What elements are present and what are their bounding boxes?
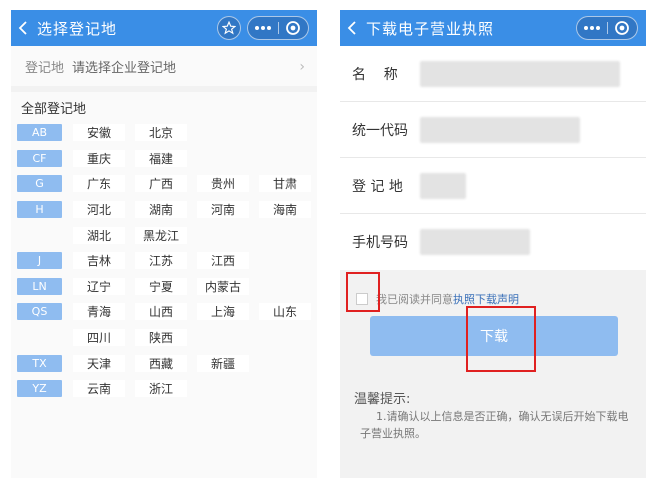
field-label: 统一代码 (352, 122, 408, 139)
province-option[interactable]: 西藏 (135, 354, 187, 372)
province-option[interactable]: 宁夏 (135, 277, 187, 295)
more-button[interactable] (248, 17, 278, 39)
region-row: 四川 陕西 (11, 325, 317, 351)
province-option[interactable]: 安徽 (73, 124, 125, 142)
letter-index: CF (17, 149, 62, 167)
province-option[interactable]: 重庆 (73, 149, 125, 167)
tips-heading: 温馨提示: (354, 392, 411, 407)
province-option[interactable]: 甘肃 (259, 175, 311, 193)
province-option[interactable]: 新疆 (197, 354, 249, 372)
province-option[interactable]: 贵州 (197, 175, 249, 193)
checkbox-highlight-box (346, 272, 380, 312)
more-dots-icon (584, 26, 600, 30)
region-row: LN 辽宁 宁夏 内蒙古 (11, 274, 317, 300)
target-close-icon (286, 21, 301, 35)
letter-index: QS (17, 303, 62, 321)
letter-index: G (17, 175, 62, 193)
field-label: 名 称 (352, 66, 398, 83)
more-dots-icon (255, 26, 271, 30)
province-option[interactable]: 河北 (73, 201, 125, 219)
province-option[interactable]: 福建 (135, 149, 187, 167)
field-label: 手机号码 (352, 235, 408, 251)
region-row: QS 青海 山西 上海 山东 (11, 299, 317, 325)
region-row: CF 重庆 福建 (11, 146, 317, 172)
unified-code-field: 统一代码 (340, 102, 646, 158)
province-option[interactable]: 江苏 (135, 252, 187, 270)
letter-index: TX (17, 354, 62, 372)
page-title: 下载电子营业执照 (366, 19, 495, 38)
region-row: G 广东 广西 贵州 甘肃 (11, 171, 317, 197)
download-license-screen: 下载电子营业执照 名 称 统一代码 登 记 地 手机号码 我已阅读并同意 执照下… (340, 10, 646, 478)
province-option[interactable]: 湖南 (135, 201, 187, 219)
province-option[interactable]: 云南 (73, 380, 125, 398)
license-info-form: 名 称 统一代码 登 记 地 手机号码 (340, 46, 646, 270)
province-option[interactable]: 内蒙古 (197, 277, 249, 295)
province-option[interactable]: 海南 (259, 201, 311, 219)
redacted-value (420, 116, 580, 143)
chevron-left-icon (347, 21, 356, 35)
province-option[interactable]: 天津 (73, 354, 125, 372)
target-close-icon (615, 21, 630, 35)
region-row: J 吉林 江苏 江西 (11, 248, 317, 274)
redacted-value (420, 229, 530, 255)
region-list: AB 安徽 北京 CF 重庆 福建 G 广东 广西 贵州 甘肃 H 河北 湖南 … (11, 118, 317, 478)
province-option[interactable]: 北京 (135, 124, 187, 142)
mini-program-capsule (576, 16, 638, 40)
province-option[interactable]: 浙江 (135, 380, 187, 398)
region-placeholder: 请选择企业登记地 (72, 60, 177, 76)
back-button[interactable] (11, 10, 37, 46)
agree-text: 我已阅读并同意 (376, 293, 453, 306)
chevron-left-icon (18, 21, 27, 35)
letter-index: LN (17, 277, 62, 295)
region-row: YZ 云南 浙江 (11, 376, 317, 402)
province-option[interactable]: 河南 (197, 201, 249, 219)
region-label: 登记地 (25, 60, 65, 76)
page-title: 选择登记地 (37, 19, 118, 38)
agreement-link[interactable]: 执照下载声明 (453, 291, 519, 307)
region-row: AB 安徽 北京 (11, 120, 317, 146)
star-icon (222, 21, 236, 35)
province-option[interactable]: 四川 (73, 329, 125, 347)
region-select-screen: 选择登记地 登记地 请选择企业登记地 › 全部登记地 AB 安徽 北京 CF 重… (11, 10, 317, 478)
province-option[interactable]: 山西 (135, 303, 187, 321)
chevron-right-icon: › (299, 59, 305, 75)
mini-program-capsule (247, 16, 309, 40)
region-row: 湖北 黑龙江 (11, 222, 317, 248)
tips-text: 1.请确认以上信息是否正确，确认无误后开始下载电子营业执照。 (360, 410, 629, 440)
province-option[interactable]: 山东 (259, 303, 311, 321)
region-row: H 河北 湖南 河南 海南 (11, 197, 317, 223)
province-option[interactable]: 广西 (135, 175, 187, 193)
region-row: TX 天津 西藏 新疆 (11, 350, 317, 376)
back-button[interactable] (340, 10, 366, 46)
letter-index: J (17, 252, 62, 270)
letter-index: H (17, 201, 62, 219)
favorite-button[interactable] (217, 16, 241, 40)
nav-bar: 选择登记地 (11, 10, 317, 46)
name-field: 名 称 (340, 46, 646, 102)
province-option[interactable]: 陕西 (135, 329, 187, 347)
redacted-value (420, 60, 620, 87)
redacted-value (420, 172, 466, 199)
letter-index: YZ (17, 380, 62, 398)
province-option[interactable]: 湖北 (73, 226, 125, 244)
registration-place-field: 登 记 地 (340, 158, 646, 214)
province-option[interactable]: 青海 (73, 303, 125, 321)
download-highlight-box (466, 306, 536, 372)
nav-bar: 下载电子营业执照 (340, 10, 646, 46)
close-button[interactable] (608, 17, 637, 39)
province-option[interactable]: 广东 (73, 175, 125, 193)
close-button[interactable] (279, 17, 308, 39)
field-label: 登 记 地 (352, 178, 403, 195)
province-option[interactable]: 黑龙江 (135, 226, 187, 244)
province-option[interactable]: 江西 (197, 252, 249, 270)
phone-number-field: 手机号码 (340, 214, 646, 270)
province-option[interactable]: 辽宁 (73, 277, 125, 295)
more-button[interactable] (577, 17, 607, 39)
letter-index: AB (17, 124, 62, 142)
all-regions-heading: 全部登记地 (11, 92, 317, 118)
region-select-row[interactable]: 登记地 请选择企业登记地 › (11, 46, 317, 86)
province-option[interactable]: 吉林 (73, 252, 125, 270)
province-option[interactable]: 上海 (197, 303, 249, 321)
